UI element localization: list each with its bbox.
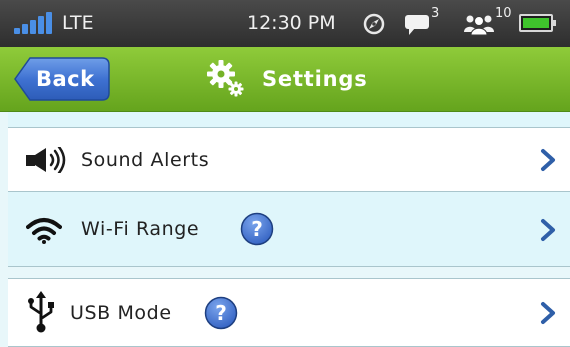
connected-users-icon	[464, 15, 494, 36]
back-button[interactable]: Back	[14, 57, 110, 101]
settings-item-label: USB Mode	[70, 302, 172, 324]
settings-screen: LTE 12:30 PM 3 10 Back Settings Sound Al…	[0, 0, 570, 347]
usb-icon	[28, 291, 54, 333]
chevron-right-icon	[541, 219, 555, 241]
settings-list: Sound Alerts Wi-Fi Range ? USB Mode ?	[0, 112, 570, 347]
chevron-right-icon	[541, 302, 555, 324]
list-section-gap	[8, 267, 570, 279]
help-icon[interactable]: ?	[204, 296, 238, 330]
connected-users-count: 10	[495, 6, 512, 21]
title-bar: Back Settings	[0, 47, 570, 112]
chevron-right-icon	[541, 149, 555, 171]
battery-icon	[519, 14, 556, 32]
signal-strength-icon	[14, 12, 58, 34]
message-icon	[405, 15, 429, 35]
settings-item-usb-mode[interactable]: USB Mode ?	[8, 279, 570, 347]
page-title: Settings	[262, 67, 368, 91]
compass-icon	[363, 13, 385, 35]
help-icon[interactable]: ?	[240, 212, 274, 246]
settings-item-label: Sound Alerts	[81, 149, 210, 171]
gears-icon	[207, 60, 244, 97]
wifi-icon	[26, 218, 62, 244]
network-type-label: LTE	[62, 12, 94, 34]
clock-time: 12:30 PM	[247, 12, 336, 34]
message-count: 3	[431, 6, 440, 21]
back-button-label: Back	[36, 67, 95, 91]
speaker-icon	[26, 147, 66, 173]
settings-item-wifi-range[interactable]: Wi-Fi Range ?	[8, 192, 570, 267]
settings-item-sound-alerts[interactable]: Sound Alerts	[8, 128, 570, 192]
list-top-divider	[8, 112, 570, 128]
settings-item-label: Wi-Fi Range	[81, 218, 200, 240]
svg-text:?: ?	[251, 217, 263, 241]
svg-text:?: ?	[215, 301, 227, 325]
status-bar: LTE 12:30 PM 3 10	[0, 0, 570, 47]
